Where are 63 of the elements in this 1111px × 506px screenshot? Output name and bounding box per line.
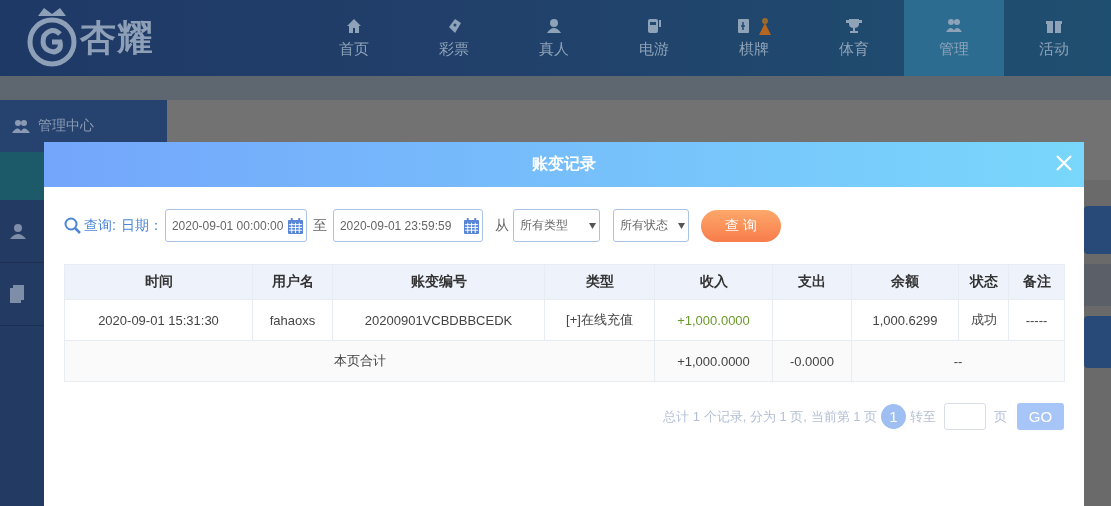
search-button[interactable]: 查 询 [700, 209, 781, 242]
calendar-icon[interactable] [463, 217, 479, 234]
person-icon [545, 17, 563, 35]
side-float-button[interactable] [1084, 316, 1111, 368]
column-header: 余额 [851, 264, 959, 300]
sidebar-heading[interactable]: 管理中心 [38, 117, 94, 135]
nav-tab[interactable]: 棋牌 [704, 0, 804, 76]
page-input[interactable] [944, 403, 986, 430]
table-cell: -- [851, 340, 1065, 382]
table-cell: 1,000.6299 [851, 299, 959, 341]
side-float-button[interactable] [1084, 264, 1111, 306]
column-header: 账变编号 [332, 264, 545, 300]
type-select[interactable]: 所有类型 [512, 209, 600, 242]
nav-tab[interactable]: 首页 [304, 0, 404, 76]
nav-tab[interactable]: 体育 [804, 0, 904, 76]
nav-tab[interactable]: 管理 [904, 0, 1004, 76]
nav-tab[interactable]: 电游 [604, 0, 704, 76]
logo-text: 杏耀 [80, 15, 154, 60]
trophy-icon [845, 17, 863, 35]
home-icon [345, 17, 363, 35]
close-icon[interactable] [1056, 155, 1072, 171]
total-label: 本页合计 [64, 340, 655, 382]
table-cell: +1,000.0000 [654, 299, 773, 341]
table-cell: fahaoxs [252, 299, 333, 341]
table-cell: -0.0000 [772, 340, 852, 382]
table-cell: [+]在线充值 [544, 299, 655, 341]
column-header: 收入 [654, 264, 773, 300]
pager-summary: 总计 1 个记录, 分为 1 页, 当前第 1 页 [663, 407, 877, 426]
slot-machine-icon [645, 17, 663, 35]
side-float-button[interactable] [1084, 206, 1111, 254]
column-header: 类型 [544, 264, 655, 300]
people-icon [12, 119, 30, 133]
status-select[interactable]: 所有状态 [612, 209, 689, 242]
caret-icon [677, 222, 685, 229]
from-label: 从 [494, 216, 509, 235]
table-cell: +1,000.0000 [654, 340, 773, 382]
date-label: 日期： [120, 216, 163, 235]
nav-tab[interactable]: 真人 [504, 0, 604, 76]
caret-icon [588, 222, 596, 229]
search-icon [64, 217, 81, 234]
people-icon [945, 17, 963, 35]
column-header: 支出 [772, 264, 852, 300]
document-icon [10, 285, 24, 303]
column-header: 时间 [64, 264, 253, 300]
table-cell: 2020-09-01 15:31:30 [64, 299, 253, 341]
to-label: 至 [312, 216, 327, 235]
column-header: 备注 [1008, 264, 1065, 300]
column-header: 状态 [958, 264, 1009, 300]
goto-label: 转至 [910, 407, 936, 426]
table-cell: ----- [1008, 299, 1065, 341]
table-cell: 20200901VCBDBBCEDK [332, 299, 545, 341]
query-label: 查询: [84, 216, 116, 235]
calendar-icon[interactable] [287, 217, 303, 234]
nav-tab[interactable]: 彩票 [404, 0, 504, 76]
nav-tab[interactable]: 活动 [1004, 0, 1104, 76]
user-icon [10, 223, 26, 239]
end-date-field[interactable]: 2020-09-01 23:59:59 [332, 209, 483, 242]
table-cell: 成功 [958, 299, 1009, 341]
start-date-field[interactable]: 2020-09-01 00:00:00 [164, 209, 307, 242]
dialog-title: 账变记录 [532, 154, 596, 174]
figure-icon [757, 17, 773, 35]
page-unit-label: 页 [994, 407, 1007, 426]
column-header: 用户名 [252, 264, 333, 300]
